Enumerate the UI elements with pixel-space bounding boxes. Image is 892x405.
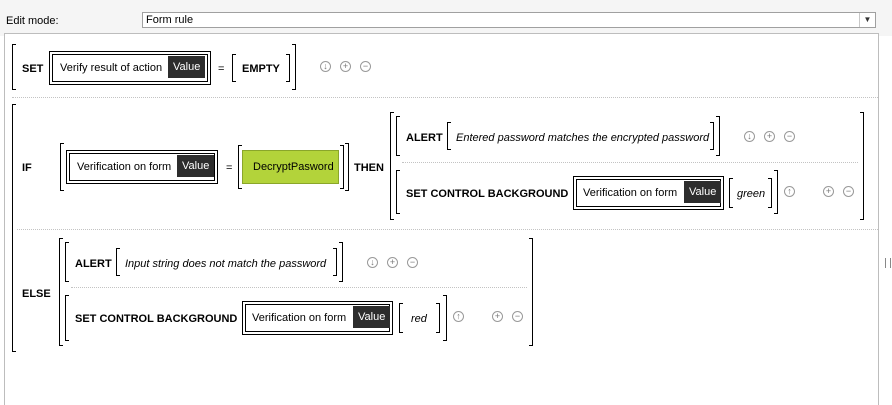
color-bracket-right <box>436 303 440 333</box>
else-alert-bracket-left <box>65 242 69 282</box>
move-up-icon[interactable]: ↑ <box>453 311 464 322</box>
set-value[interactable]: EMPTY <box>242 63 280 75</box>
resize-grip[interactable] <box>885 258 891 268</box>
then-keyword: THEN <box>354 162 384 174</box>
alert-keyword: ALERT <box>406 132 443 144</box>
color-bracket-left <box>729 178 733 208</box>
remove-icon[interactable]: − <box>843 186 854 197</box>
else-bracket-left <box>59 238 63 346</box>
then-bg-bracket-left <box>396 170 400 214</box>
toolbar: Edit mode: Form rule ▼ <box>0 0 892 36</box>
set-target-field[interactable]: Verify result of action Value <box>49 51 211 85</box>
then-alert-bracket-right <box>716 116 720 156</box>
if-keyword: IF <box>22 162 32 174</box>
add-icon[interactable]: + <box>823 186 834 197</box>
message-bracket-right <box>710 122 714 150</box>
alert-keyword: ALERT <box>75 258 112 270</box>
set-keyword: SET <box>22 63 44 75</box>
divider <box>12 97 878 98</box>
divider <box>17 229 878 230</box>
condition-value-bracket-right <box>340 145 344 189</box>
remove-icon[interactable]: − <box>407 257 418 268</box>
remove-icon[interactable]: − <box>784 131 795 142</box>
edit-mode-label: Edit mode: <box>6 15 59 27</box>
set-bracket-right <box>292 44 296 90</box>
move-down-icon[interactable]: ↓ <box>320 61 331 72</box>
add-icon[interactable]: + <box>340 61 351 72</box>
then-bracket-right <box>860 112 864 220</box>
message-bracket-left <box>447 122 451 150</box>
equals-operator: = <box>218 63 225 75</box>
add-icon[interactable]: + <box>764 131 775 142</box>
value-tag: Value <box>168 56 206 78</box>
else-bg-target-field[interactable]: Verification on form Value <box>242 301 393 335</box>
alert-message[interactable]: Entered password matches the encrypted p… <box>456 132 709 144</box>
condition-value-text: DecryptPasword <box>253 161 334 173</box>
move-down-icon[interactable]: ↓ <box>744 131 755 142</box>
chevron-down-icon[interactable]: ▼ <box>859 13 875 27</box>
then-bg-target-label: Verification on form <box>583 187 678 199</box>
else-bg-bracket-right <box>443 295 447 341</box>
set-control-background-keyword: SET CONTROL BACKGROUND <box>75 313 238 325</box>
equals-operator: = <box>226 162 233 174</box>
else-bracket-right <box>529 238 533 346</box>
set-control-background-keyword: SET CONTROL BACKGROUND <box>406 188 569 200</box>
edit-mode-select[interactable]: Form rule ▼ <box>142 12 876 28</box>
divider <box>71 287 527 288</box>
remove-icon[interactable]: − <box>512 311 523 322</box>
then-alert-bracket-left <box>396 116 400 156</box>
condition-left-label: Verification on form <box>77 161 172 173</box>
message-bracket-right <box>333 248 337 276</box>
condition-left-field[interactable]: Verification on form Value <box>66 150 218 184</box>
add-icon[interactable]: + <box>492 311 503 322</box>
alert-message[interactable]: Input string does not match the password <box>125 258 326 270</box>
value-tag: Value <box>684 181 722 203</box>
rule-editor-panel <box>4 33 879 405</box>
else-bg-bracket-left <box>65 295 69 341</box>
set-value-bracket-right <box>286 54 290 82</box>
move-down-icon[interactable]: ↓ <box>367 257 378 268</box>
edit-mode-value: Form rule <box>146 14 194 26</box>
condition-bracket-right <box>345 143 349 191</box>
remove-icon[interactable]: − <box>360 61 371 72</box>
value-tag: Value <box>353 306 391 328</box>
condition-value[interactable]: DecryptPasword <box>242 150 339 184</box>
divider <box>402 162 858 163</box>
if-block-bracket-left <box>12 104 16 352</box>
value-tag: Value <box>177 155 215 177</box>
background-color-value[interactable]: red <box>411 313 427 325</box>
color-bracket-right <box>768 178 772 208</box>
then-bracket-left <box>390 112 394 220</box>
set-value-bracket-left <box>232 54 236 82</box>
set-bracket-left <box>12 44 16 90</box>
else-alert-bracket-right <box>339 242 343 282</box>
move-up-icon[interactable]: ↑ <box>784 186 795 197</box>
message-bracket-left <box>116 248 120 276</box>
then-bg-bracket-right <box>774 170 778 214</box>
background-color-value[interactable]: green <box>737 188 765 200</box>
set-target-label: Verify result of action <box>60 62 163 74</box>
add-icon[interactable]: + <box>387 257 398 268</box>
condition-bracket-left <box>60 143 64 191</box>
then-bg-target-field[interactable]: Verification on form Value <box>573 176 724 210</box>
else-keyword: ELSE <box>22 288 51 300</box>
else-bg-target-label: Verification on form <box>252 312 347 324</box>
color-bracket-left <box>399 303 403 333</box>
